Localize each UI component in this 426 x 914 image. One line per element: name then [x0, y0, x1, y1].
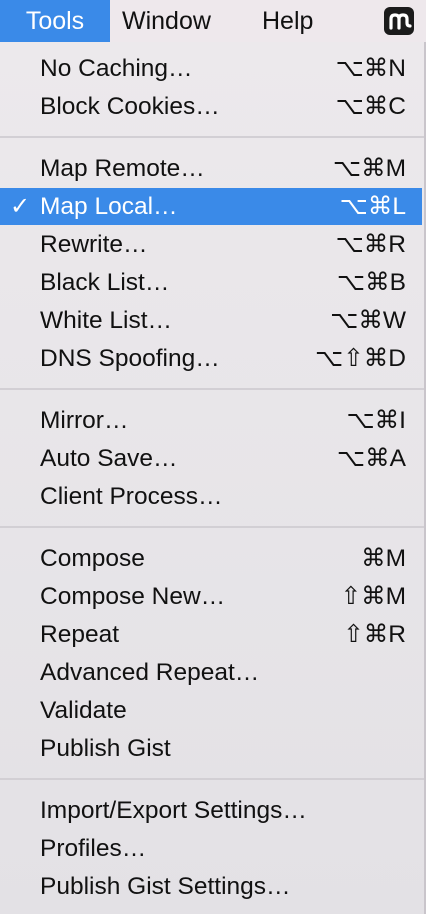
menu-item-mirror[interactable]: Mirror… ⌥⌘I — [0, 402, 422, 439]
menu-item-map-local[interactable]: ✓ Map Local… ⌥⌘L — [0, 188, 422, 225]
menu-item-shortcut: ⌥⌘W — [330, 307, 406, 334]
menu-item-label: Compose — [40, 545, 145, 572]
menu-item-label: Import/Export Settings… — [40, 797, 307, 824]
menu-item-label: Validate — [40, 697, 127, 724]
menu-item-shortcut: ⌥⌘L — [339, 193, 406, 220]
menu-item-advanced-repeat[interactable]: Advanced Repeat… — [0, 654, 422, 691]
menu-item-import-export-settings[interactable]: Import/Export Settings… — [0, 792, 422, 829]
menu-item-label: No Caching… — [40, 55, 193, 82]
menu-item-label: Rewrite… — [40, 231, 148, 258]
menu-item-publish-gist[interactable]: Publish Gist — [0, 730, 422, 767]
menu-item-map-remote[interactable]: Map Remote… ⌥⌘M — [0, 150, 422, 187]
menu-separator — [0, 388, 424, 390]
menu-separator — [0, 526, 424, 528]
menu-item-label: Map Local… — [40, 193, 178, 220]
menu-item-shortcut: ⌥⌘M — [332, 155, 406, 182]
menu-separator — [0, 778, 424, 780]
menu-item-shortcut: ⇧⌘R — [343, 621, 406, 648]
menu-item-label: Repeat — [40, 621, 120, 648]
menu-item-label: Auto Save… — [40, 445, 178, 472]
menubar-window[interactable]: Window — [122, 0, 211, 42]
menu-item-rewrite[interactable]: Rewrite… ⌥⌘R — [0, 226, 422, 263]
m-logo-glyph — [389, 13, 412, 30]
menu-separator — [0, 136, 424, 138]
tools-menu: No Caching… ⌥⌘N Block Cookies… ⌥⌘C Map R… — [0, 42, 426, 914]
menu-item-shortcut: ⌥⌘A — [336, 445, 406, 472]
menu-item-black-list[interactable]: Black List… ⌥⌘B — [0, 264, 422, 301]
menu-item-label: Block Cookies… — [40, 93, 220, 120]
menu-item-label: Profiles… — [40, 835, 147, 862]
menubar-help[interactable]: Help — [262, 0, 313, 42]
menu-item-label: Publish Gist Settings… — [40, 873, 291, 900]
menu-item-label: DNS Spoofing… — [40, 345, 220, 372]
menu-item-compose-new[interactable]: Compose New… ⇧⌘M — [0, 578, 422, 615]
menu-item-auto-save[interactable]: Auto Save… ⌥⌘A — [0, 440, 422, 477]
menu-item-dns-spoofing[interactable]: DNS Spoofing… ⌥⇧⌘D — [0, 340, 422, 377]
menu-item-shortcut: ⌥⇧⌘D — [315, 345, 406, 372]
menu-item-shortcut: ⇧⌘M — [340, 583, 406, 610]
menu-item-no-caching[interactable]: No Caching… ⌥⌘N — [0, 50, 422, 87]
menu-item-publish-gist-settings[interactable]: Publish Gist Settings… — [0, 868, 422, 905]
menu-item-compose[interactable]: Compose ⌘M — [0, 540, 422, 577]
menu-item-white-list[interactable]: White List… ⌥⌘W — [0, 302, 422, 339]
menu-item-shortcut: ⌥⌘N — [335, 55, 406, 82]
menu-item-profiles[interactable]: Profiles… — [0, 830, 422, 867]
m-logo-icon[interactable] — [384, 7, 414, 35]
menu-item-label: Advanced Repeat… — [40, 659, 260, 686]
menu-item-block-cookies[interactable]: Block Cookies… ⌥⌘C — [0, 88, 422, 125]
menu-item-shortcut: ⌥⌘B — [336, 269, 406, 296]
menu-item-label: Mirror… — [40, 407, 129, 434]
menu-item-label: Map Remote… — [40, 155, 205, 182]
menu-item-shortcut: ⌥⌘R — [335, 231, 406, 258]
menu-item-label: Publish Gist — [40, 735, 171, 762]
menu-item-repeat[interactable]: Repeat ⇧⌘R — [0, 616, 422, 653]
menu-item-shortcut: ⌥⌘C — [335, 93, 406, 120]
menu-item-label: Black List… — [40, 269, 170, 296]
checkmark-icon: ✓ — [10, 193, 31, 220]
menu-item-shortcut: ⌥⌘I — [346, 407, 406, 434]
menu-item-shortcut: ⌘M — [361, 545, 406, 572]
menu-item-validate[interactable]: Validate — [0, 692, 422, 729]
menu-item-label: Client Process… — [40, 483, 223, 510]
menubar-tools[interactable]: Tools — [0, 0, 110, 42]
menu-item-client-process[interactable]: Client Process… — [0, 478, 422, 515]
menu-bar: Tools Window Help — [0, 0, 426, 43]
menu-item-label: White List… — [40, 307, 173, 334]
menu-item-label: Compose New… — [40, 583, 226, 610]
